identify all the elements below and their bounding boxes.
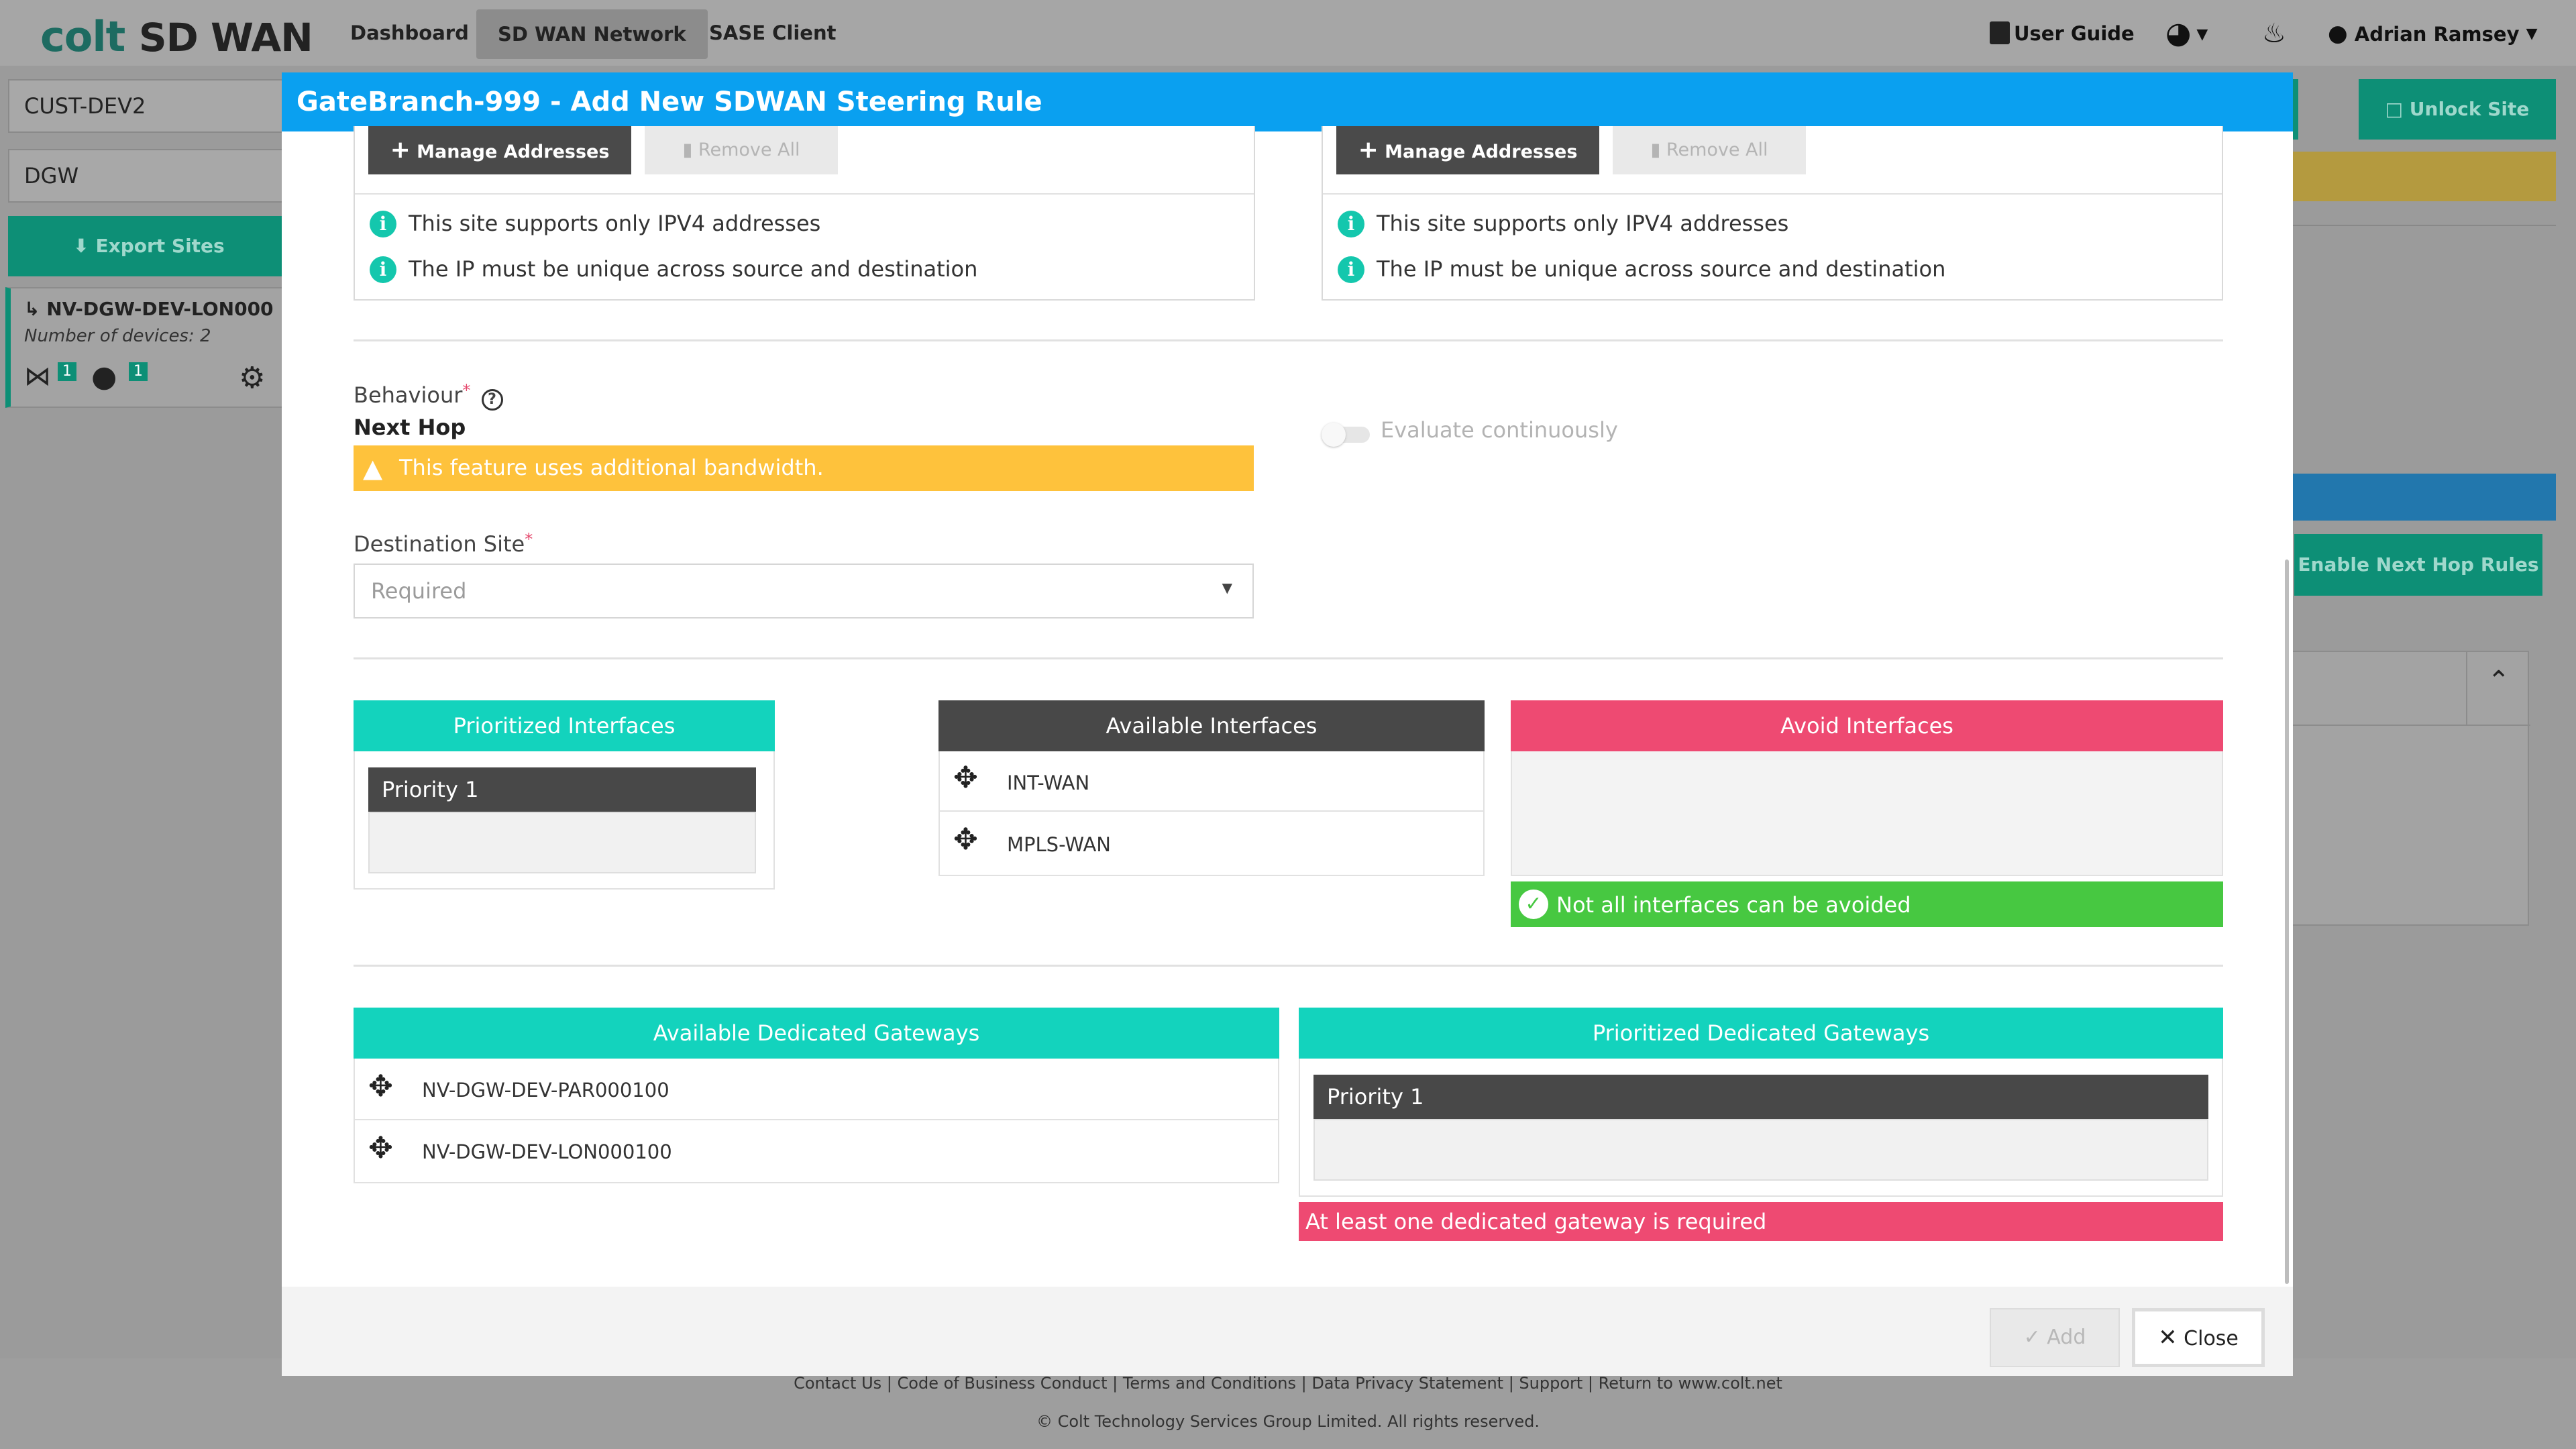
destination-addresses-panel: + Manage Addresses ▮ Remove All i This s… xyxy=(1322,126,2223,301)
language-icon[interactable]: ◕ ▼ xyxy=(2165,0,2208,66)
topology-icon: ↳ xyxy=(24,298,40,320)
destination-manage-addresses-button[interactable]: + Manage Addresses xyxy=(1336,126,1599,174)
divider xyxy=(354,339,2223,341)
chevron-up-icon[interactable]: ⌃ xyxy=(2487,665,2510,696)
footer-links[interactable]: Contact Us | Code of Business Conduct | … xyxy=(0,1374,2576,1393)
site-devices: Number of devices: 2 xyxy=(24,326,211,346)
enable-next-hop-rules-button[interactable]: Enable Next Hop Rules xyxy=(2294,534,2542,596)
tab-dashboard[interactable]: Dashboard xyxy=(329,0,490,66)
modal-title: GateBranch-999 - Add New SDWAN Steering … xyxy=(282,72,2293,131)
badge-count: 1 xyxy=(129,362,148,381)
info-icon: i xyxy=(1338,256,1364,283)
priority-1-dropzone[interactable] xyxy=(368,812,756,873)
prioritized-interfaces-title: Prioritized Interfaces xyxy=(354,700,775,751)
tab-sase-client[interactable]: SASE Client xyxy=(688,0,857,66)
gateway-required-error: At least one dedicated gateway is requir… xyxy=(1299,1202,2223,1241)
info-icon: i xyxy=(370,256,396,283)
move-icon: ✥ xyxy=(953,822,978,857)
destination-site-label: Destination Site* xyxy=(354,530,533,557)
destination-site-select[interactable]: Required ▼ xyxy=(354,564,1254,619)
destination-info-unique: The IP must be unique across source and … xyxy=(1377,256,1946,282)
caret-down-icon: ▼ xyxy=(1222,580,1232,596)
trash-icon: ▮ xyxy=(1650,140,1661,160)
available-gateways-panel: Available Dedicated Gateways ✥ NV-DGW-DE… xyxy=(354,1008,1279,1183)
bg-divider xyxy=(2292,225,2556,226)
bg-warning-bar xyxy=(2292,152,2556,201)
site-name: ↳ NV-DGW-DEV-LON000 xyxy=(24,298,274,320)
network-icon: ⋈ xyxy=(24,361,51,392)
source-addresses-panel: + Manage Addresses ▮ Remove All i This s… xyxy=(354,126,1255,301)
trash-icon: ▮ xyxy=(682,140,693,160)
avoid-status-banner: ✓ Not all interfaces can be avoided xyxy=(1511,881,2223,927)
check-circle-icon: ✓ xyxy=(1519,890,1548,919)
source-manage-addresses-button[interactable]: + Manage Addresses xyxy=(368,126,631,174)
chevron-down-icon: ▼ xyxy=(2526,25,2538,42)
modal-footer: ✓ Add ✕ Close xyxy=(282,1287,2293,1376)
list-item[interactable]: ✥ NV-DGW-DEV-PAR000100 xyxy=(355,1059,1278,1120)
brand-logo: colt SD WAN xyxy=(40,12,313,61)
available-gateways-title: Available Dedicated Gateways xyxy=(354,1008,1279,1059)
divider xyxy=(354,657,2223,659)
move-icon: ✥ xyxy=(368,1069,393,1104)
source-info-unique: The IP must be unique across source and … xyxy=(409,256,978,282)
steering-rule-modal: GateBranch-999 - Add New SDWAN Steering … xyxy=(282,72,2293,1376)
priority-1-dropzone[interactable] xyxy=(1313,1119,2208,1181)
plus-icon: + xyxy=(1358,136,1379,164)
modal-scrollbar[interactable] xyxy=(2285,559,2289,1284)
available-interfaces-title: Available Interfaces xyxy=(938,700,1485,751)
bg-panel: ⌃ xyxy=(2292,651,2530,926)
bandwidth-warning: ▲ This feature uses additional bandwidth… xyxy=(354,445,1254,491)
site-card[interactable]: ↳ NV-DGW-DEV-LON000 Number of devices: 2… xyxy=(5,287,287,408)
prioritized-gateways-title: Prioritized Dedicated Gateways xyxy=(1299,1008,2223,1059)
user-icon: ● xyxy=(2328,20,2348,47)
chevron-down-icon: ▼ xyxy=(2196,26,2208,43)
list-item[interactable]: ✥ INT-WAN xyxy=(940,751,1483,812)
unlock-site-button[interactable]: □ Unlock Site xyxy=(2359,79,2556,140)
prioritized-interfaces-panel: Prioritized Interfaces Priority 1 xyxy=(354,700,775,890)
bell-icon[interactable]: ♨ xyxy=(2262,0,2286,66)
divider xyxy=(354,965,2223,967)
move-icon: ✥ xyxy=(953,761,978,795)
avoid-interfaces-panel[interactable]: Avoid Interfaces xyxy=(1511,700,2223,876)
globe-icon: ● xyxy=(91,360,117,394)
tab-sdwan-network[interactable]: SD WAN Network xyxy=(476,9,708,59)
customer-select[interactable]: CUST-DEV2 xyxy=(8,79,290,133)
user-menu[interactable]: ● Adrian Ramsey ▼ xyxy=(2328,0,2538,66)
device-type-select[interactable]: DGW xyxy=(8,149,290,203)
badge-count: 1 xyxy=(58,362,76,381)
prioritized-gateways-panel: Prioritized Dedicated Gateways Priority … xyxy=(1299,1008,2223,1197)
source-remove-all-button[interactable]: ▮ Remove All xyxy=(645,126,838,174)
bg-blue-bar xyxy=(2292,474,2556,521)
close-button[interactable]: ✕ Close xyxy=(2132,1308,2265,1367)
info-icon: i xyxy=(370,211,396,237)
plus-icon: + xyxy=(390,136,411,164)
user-guide-link[interactable]: User Guide xyxy=(1990,0,2135,66)
add-button[interactable]: ✓ Add xyxy=(1990,1308,2120,1367)
check-icon: ✓ xyxy=(2023,1326,2041,1349)
export-sites-button[interactable]: ⬇ Export Sites xyxy=(8,216,290,276)
close-icon: ✕ xyxy=(2158,1324,2178,1351)
behaviour-label: Behaviour* ? xyxy=(354,381,503,411)
evaluate-continuously-toggle[interactable] xyxy=(1322,421,1373,447)
destination-info-ipv4: This site supports only IPV4 addresses xyxy=(1377,211,1789,236)
priority-1-header: Priority 1 xyxy=(368,767,756,812)
footer-copyright: © Colt Technology Services Group Limited… xyxy=(1036,1412,1540,1431)
move-icon: ✥ xyxy=(368,1131,393,1165)
list-item[interactable]: ✥ NV-DGW-DEV-LON000100 xyxy=(355,1120,1278,1182)
priority-1-header: Priority 1 xyxy=(1313,1075,2208,1119)
help-icon[interactable]: ? xyxy=(481,389,503,411)
warning-icon: ▲ xyxy=(363,453,383,483)
destination-remove-all-button[interactable]: ▮ Remove All xyxy=(1613,126,1806,174)
list-item[interactable]: ✥ MPLS-WAN xyxy=(940,812,1483,875)
steering-wheel-icon: ⚙ xyxy=(239,361,266,395)
source-info-ipv4: This site supports only IPV4 addresses xyxy=(409,211,821,236)
available-interfaces-panel: Available Interfaces ✥ INT-WAN ✥ MPLS-WA… xyxy=(938,700,1485,876)
download-icon: ⬇ xyxy=(73,235,89,257)
book-icon xyxy=(1990,21,2010,44)
lock-icon: □ xyxy=(2385,98,2404,120)
info-icon: i xyxy=(1338,211,1364,237)
evaluate-continuously-label: Evaluate continuously xyxy=(1381,417,1618,443)
avoid-interfaces-title: Avoid Interfaces xyxy=(1511,700,2223,751)
behaviour-value[interactable]: Next Hop xyxy=(354,415,466,440)
